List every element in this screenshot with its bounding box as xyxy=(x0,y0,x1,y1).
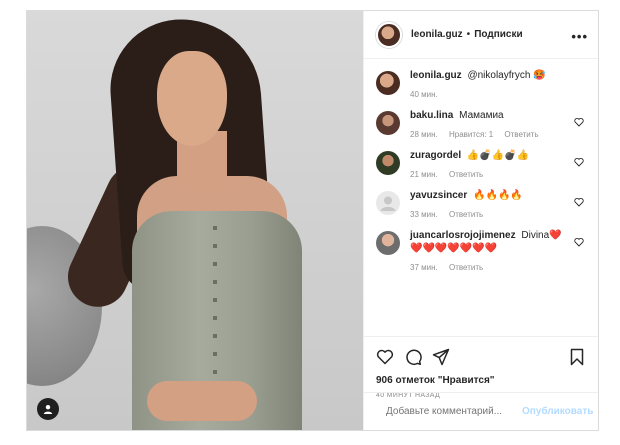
comment-username[interactable]: juancarlosrojojimenez xyxy=(410,230,516,241)
avatar[interactable] xyxy=(376,191,400,215)
post-side-panel: leonila.guz • Подписки ••• leonila.guz @… xyxy=(363,11,598,430)
caption-username[interactable]: leonila.guz xyxy=(410,70,462,81)
comment-username[interactable]: baku.lina xyxy=(410,110,453,121)
user-tag-icon[interactable] xyxy=(37,398,59,420)
comment-username[interactable]: zuragordel xyxy=(410,150,461,161)
avatar[interactable] xyxy=(376,71,400,95)
comment-time[interactable]: 21 мин. xyxy=(410,170,438,179)
share-icon[interactable] xyxy=(432,348,450,366)
comment-text: 👍💣👍💣👍 xyxy=(466,150,530,161)
avatar[interactable] xyxy=(376,151,400,175)
comment-input[interactable] xyxy=(386,406,518,417)
comment-time[interactable]: 28 мин. xyxy=(410,130,438,139)
caption: leonila.guz @nikolayfrych 🥵 40 мин. xyxy=(376,69,586,101)
reply-button[interactable]: Ответить xyxy=(449,263,483,272)
comments-list: leonila.guz @nikolayfrych 🥵 40 мин. baku… xyxy=(364,59,598,336)
comment-time[interactable]: 37 мин. xyxy=(410,263,438,272)
following-button[interactable]: Подписки xyxy=(474,29,522,40)
heart-icon[interactable] xyxy=(574,197,584,207)
post-photo[interactable] xyxy=(27,11,363,430)
comment-composer: Опубликовать xyxy=(364,392,598,430)
avatar[interactable] xyxy=(376,231,400,255)
avatar[interactable] xyxy=(376,21,402,48)
comment-item: zuragordel 👍💣👍💣👍 21 мин. Ответить xyxy=(376,149,586,181)
like-count[interactable]: 906 отметок "Нравится" xyxy=(376,375,586,386)
reply-button[interactable]: Ответить xyxy=(449,210,483,219)
post-header: leonila.guz • Подписки ••• xyxy=(364,11,598,59)
caption-time[interactable]: 40 мин. xyxy=(410,90,438,99)
comment-like-count[interactable]: Нравится: 1 xyxy=(449,130,493,139)
comment-item: juancarlosrojojimenez Divina❤️ ❤️❤️❤️❤️❤… xyxy=(376,229,586,274)
comment-time[interactable]: 33 мин. xyxy=(410,210,438,219)
caption-text: @nikolayfrych 🥵 xyxy=(467,70,546,81)
post-actions: 906 отметок "Нравится" 40 МИНУТ НАЗАД xyxy=(364,336,598,399)
heart-icon[interactable] xyxy=(574,237,584,247)
more-icon[interactable]: ••• xyxy=(571,29,588,44)
heart-icon[interactable] xyxy=(574,117,584,127)
author-username[interactable]: leonila.guz xyxy=(411,29,463,40)
comment-text: 🔥🔥🔥🔥 xyxy=(473,190,523,201)
comment-text: Мамамиа xyxy=(459,110,504,121)
heart-icon[interactable] xyxy=(574,157,584,167)
comment-icon[interactable] xyxy=(404,348,422,366)
heart-icon[interactable] xyxy=(376,348,394,366)
reply-button[interactable]: Ответить xyxy=(504,130,538,139)
comment-username[interactable]: yavuzsincer xyxy=(410,190,467,201)
publish-button[interactable]: Опубликовать xyxy=(522,406,593,417)
comment-item: yavuzsincer 🔥🔥🔥🔥 33 мин. Ответить xyxy=(376,189,586,221)
avatar[interactable] xyxy=(376,111,400,135)
comment-item: baku.lina Мамамиа 28 мин. Нравится: 1 От… xyxy=(376,109,586,141)
reply-button[interactable]: Ответить xyxy=(449,170,483,179)
separator-dot: • xyxy=(466,29,471,40)
bookmark-icon[interactable] xyxy=(568,348,586,366)
post-modal: leonila.guz • Подписки ••• leonila.guz @… xyxy=(26,10,599,431)
